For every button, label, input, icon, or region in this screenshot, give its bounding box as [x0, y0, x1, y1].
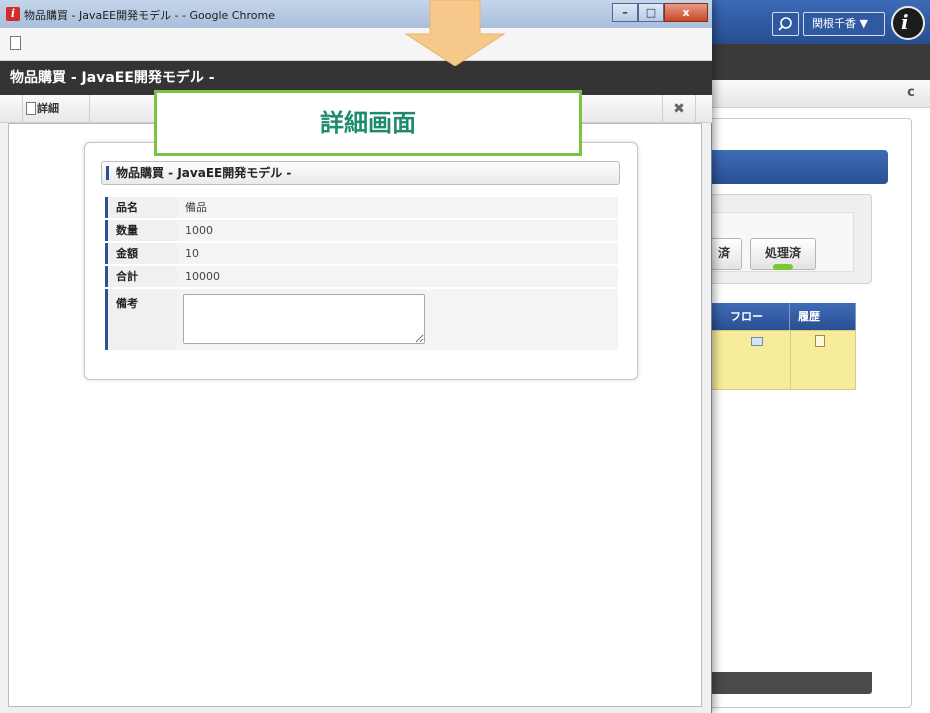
- down-arrow-icon: [404, 0, 506, 66]
- field-value: 備品: [177, 197, 618, 218]
- detail-document-icon: [26, 102, 36, 115]
- detail-row: 備考: [105, 289, 618, 351]
- portal-footer: [700, 672, 872, 694]
- detail-row: 金額 10: [105, 243, 618, 265]
- button-label: 処理済: [764, 246, 801, 260]
- field-value: 1000: [177, 220, 618, 241]
- close-window-button[interactable]: x: [664, 3, 708, 22]
- flow-icon[interactable]: [751, 337, 763, 346]
- minimize-button[interactable]: –: [612, 3, 638, 22]
- table-row[interactable]: [700, 330, 856, 390]
- window-title: 物品購買 - JavaEE開発モデル - - Google Chrome: [24, 9, 275, 22]
- column-header-flow: フロー: [700, 303, 790, 330]
- filter-button-processed[interactable]: 処理済: [750, 238, 816, 270]
- search-icon: [778, 17, 792, 31]
- field-value-wrapper: [177, 289, 618, 350]
- detail-card-title: 物品購買 - JavaEE開発モデル -: [101, 161, 620, 185]
- notes-textarea[interactable]: [183, 294, 425, 344]
- portal-panel-header: [700, 150, 888, 184]
- page-icon: [10, 36, 21, 50]
- field-label: 合計: [105, 266, 177, 287]
- refresh-icon[interactable]: c: [902, 84, 920, 102]
- field-label: 品名: [105, 197, 177, 218]
- portal-search-button[interactable]: [772, 12, 799, 36]
- field-value: 10000: [177, 266, 618, 287]
- maximize-button[interactable]: □: [638, 3, 664, 22]
- address-bar[interactable]: [0, 28, 712, 61]
- field-label: 数量: [105, 220, 177, 241]
- status-pill-icon: [773, 264, 793, 270]
- field-label: 金額: [105, 243, 177, 264]
- detail-row: 数量 1000: [105, 220, 618, 242]
- callout-label: 詳細画面: [154, 90, 582, 156]
- detail-row: 合計 10000: [105, 266, 618, 288]
- window-titlebar[interactable]: i 物品購買 - JavaEE開発モデル - - Google Chrome –…: [0, 0, 712, 28]
- portal-user-menu[interactable]: 関根千香 ▼: [803, 12, 885, 36]
- app-logo-icon: i: [6, 7, 20, 21]
- close-icon[interactable]: ✖: [662, 95, 696, 123]
- detail-row: 品名 備品: [105, 197, 618, 219]
- portal-logo: i: [891, 6, 925, 40]
- field-label: 備考: [105, 289, 177, 350]
- window-controls: – □ x: [612, 3, 708, 22]
- history-icon[interactable]: [815, 335, 825, 347]
- table-cell-divider: [790, 330, 791, 390]
- field-value: 10: [177, 243, 618, 264]
- detail-tab[interactable]: 詳細: [22, 95, 90, 123]
- detail-tab-label: 詳細: [37, 102, 59, 115]
- column-header-history: 履歴: [790, 303, 856, 330]
- logo-glyph: i: [901, 10, 909, 34]
